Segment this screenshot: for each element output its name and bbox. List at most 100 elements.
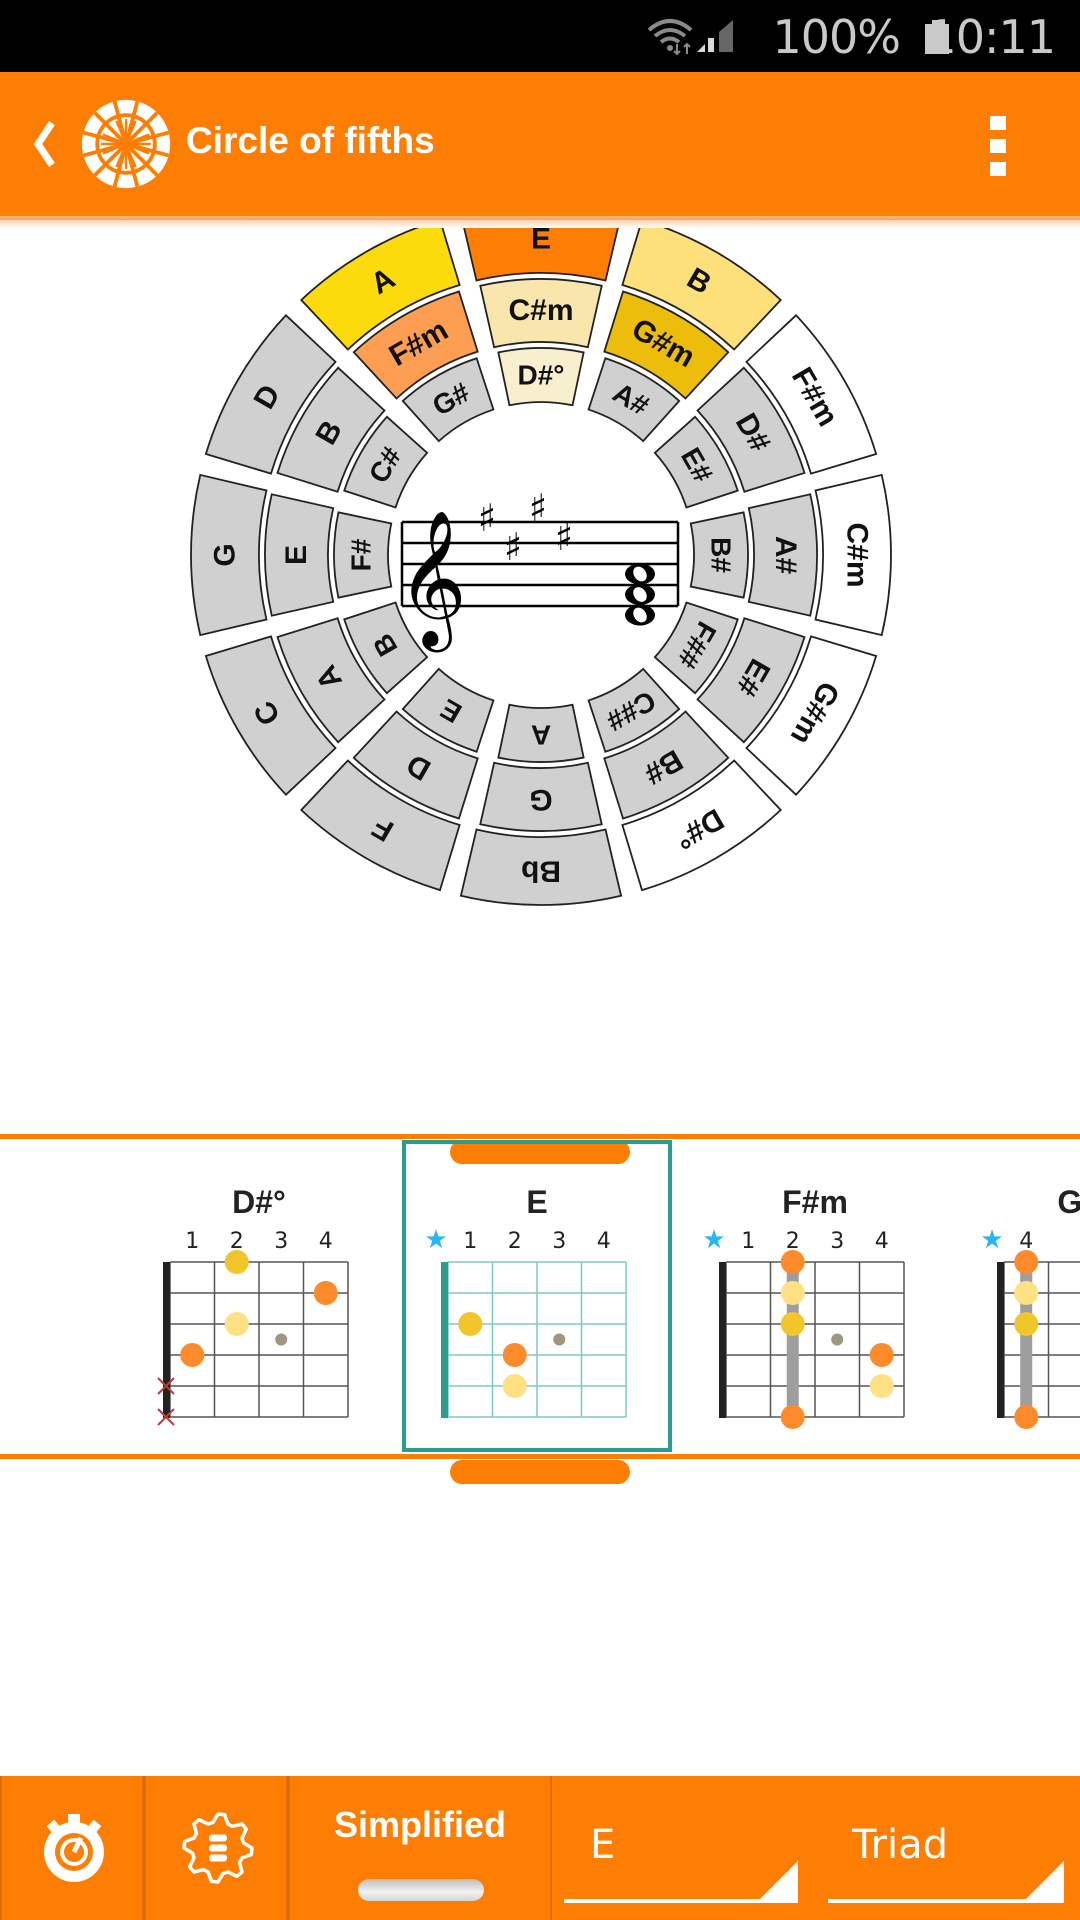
key-dropdown-value: E [590,1822,616,1868]
fret-number: 3 [830,1229,844,1254]
battery-percent: 100% [772,10,901,64]
circle-segment[interactable]: A [497,703,585,763]
segment-label: E [531,228,551,256]
metronome-button[interactable] [0,1776,144,1920]
chord-grid [447,1261,627,1418]
nut [163,1262,170,1418]
chord-card[interactable]: C#m67 [0,1140,62,1452]
app-root: 100% 10:11 Circle of fifths E B F#m C#m G#m D… [0,0,1080,1920]
whole-note-icon [625,563,655,585]
dropdown-arrow-icon [1022,1861,1064,1903]
chord-card[interactable]: E 1 2 3 4 ★ [402,1140,672,1452]
clock: 10:11 [927,10,1056,64]
inlay-dot [275,1333,288,1346]
circle-segment[interactable]: C#m [814,473,892,637]
segment-label: D#° [518,360,565,391]
whole-note-icon [625,604,655,626]
chord-carousel[interactable]: C#m67D#°1234E1234★F#m1234★G#m4★ [0,1140,1080,1452]
finger-dot [458,1312,483,1336]
app-bar-shadow [0,216,1080,228]
simplified-label: Simplified [333,1804,507,1845]
fret-number: 1 [185,1229,199,1254]
finger-dot [180,1343,205,1367]
nut [719,1262,726,1418]
inner-ring: D#°A#E#B#F##C##AEBF#C#G# [333,347,749,763]
chord-diagram: 1 2 3 4★ [702,1225,905,1429]
circle-of-fifths-logo [81,99,171,189]
dropdown-arrow-icon [756,1861,798,1903]
wifi-icon [647,19,693,56]
whole-note-icon [625,584,655,605]
status-bar: 100% 10:11 [0,0,1080,72]
key-dropdown[interactable]: E [556,1776,808,1920]
circle-segment[interactable]: E [264,493,335,617]
circle-segment[interactable]: B# [689,511,749,599]
metronome-icon [44,1814,104,1882]
circle-segment[interactable]: E [461,228,621,282]
overflow-menu-icon [990,116,1006,176]
segment-label: B# [706,537,737,573]
back-button[interactable] [18,112,66,176]
root-star-icon: ★ [702,1225,725,1255]
bottom-toolbar: Simplified E Triad [0,1776,1080,1920]
fret-number: 1 [741,1229,755,1254]
chord-card[interactable]: D#° 1 2 3 4 [124,1140,394,1452]
inlay-dot [553,1333,566,1346]
finger-dot [1014,1312,1039,1336]
circle-of-fifths[interactable]: E B F#m C#m G#m D#° Bb F C G D A C#m G#m D# A# E# B# G D A E B… [0,228,1080,1128]
root-star-icon: ★ [424,1225,447,1255]
circle-of-fifths-graphic[interactable]: EBF#mC#mG#mD#°BbFCGDAC#mG#mD#A#E#B#GDAEB… [0,228,1080,1128]
chevron-left-icon [33,121,55,167]
segment-label: C#m [508,294,573,327]
settings-gear-icon [182,1812,254,1884]
circle-segment[interactable]: Bb [459,828,623,906]
sharp-icon: ♯ [529,486,547,530]
chord-type-dropdown[interactable]: Triad [826,1776,1080,1920]
finger-dot [502,1343,527,1367]
segment-label: G [209,543,242,566]
segment-label: C#m [841,522,874,587]
finger-dot [224,1312,249,1336]
signal-icon [697,20,733,52]
chord-diagram: 4★ [980,1225,1080,1429]
finger-dot [780,1312,805,1336]
fret-number: 4 [319,1229,333,1254]
circle-segment[interactable]: F# [333,511,393,599]
fret-number: 3 [274,1229,288,1254]
chord-type-dropdown-value: Triad [852,1822,949,1868]
chord-card[interactable]: G#m4★ [958,1140,1080,1452]
simplified-toggle-button[interactable]: Simplified [288,1776,552,1920]
chord-card[interactable]: F#m 1 2 3 4 ★ [680,1140,950,1452]
segment-label: A# [769,536,802,575]
settings-button[interactable] [144,1776,288,1920]
simplified-switch[interactable] [358,1879,484,1901]
fretboard-drag-handle[interactable] [450,1460,630,1484]
segment-label: A [531,720,551,751]
finger-dot [502,1374,527,1398]
nut [997,1262,1004,1418]
finger-dot [780,1405,805,1429]
circle-segment[interactable]: G [190,473,268,637]
key-signature-staff: 𝄞 ♯♯♯♯ [397,486,680,652]
finger-dot [780,1281,805,1305]
finger-dot [1014,1281,1039,1305]
fretboard[interactable]: 123456789101112 [0,1490,1080,1750]
fret-number: 4 [875,1229,889,1254]
finger-dot [1014,1250,1039,1274]
segment-label: Bb [521,855,561,888]
circle-segment[interactable]: D#° [497,347,585,407]
segment-label: G [529,783,552,816]
circle-segment[interactable]: A# [747,493,818,617]
fret-number: 3 [552,1229,566,1254]
fretboard-graphic[interactable]: 123456789101112 [0,1490,1080,1750]
circle-segment[interactable]: C#m [479,278,603,349]
key-dropdown-underline [564,1899,784,1903]
fret-number: 4 [597,1229,611,1254]
page-title: Circle of fifths [186,120,435,161]
chord-diagram: 1234 [157,1229,349,1426]
circle-segment[interactable]: G [479,761,603,832]
chord-grid [1003,1261,1080,1418]
finger-dot [869,1343,894,1367]
treble-clef-icon: 𝄞 [397,508,467,652]
overflow-menu-button[interactable] [980,110,1016,182]
